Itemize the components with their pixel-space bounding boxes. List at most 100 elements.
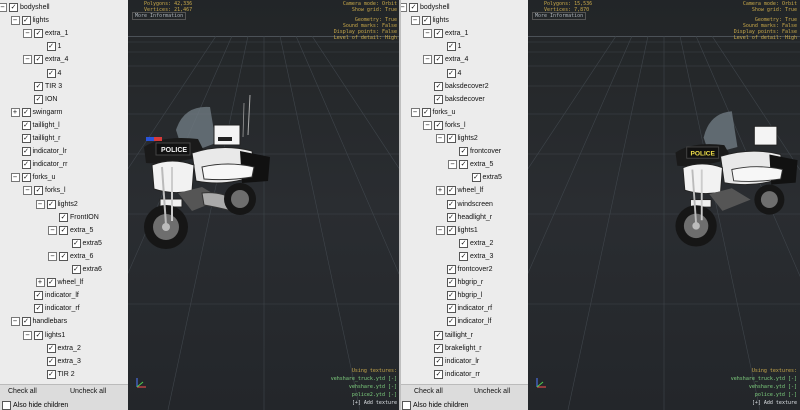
- node-checkbox[interactable]: ✓: [21, 134, 31, 143]
- texture-item[interactable]: vehshare_truck.ytd [-]: [331, 376, 397, 382]
- node-checkbox[interactable]: ✓: [421, 16, 431, 26]
- node-checkbox[interactable]: ✓: [434, 356, 443, 366]
- also-hide-children-option[interactable]: Also hide children: [402, 400, 468, 410]
- collapse-icon[interactable]: −: [10, 317, 20, 327]
- collapse-icon[interactable]: −: [23, 186, 32, 196]
- tree-node[interactable]: ✓ extra5: [471, 171, 502, 184]
- collapse-icon[interactable]: −: [423, 120, 432, 130]
- collapse-icon[interactable]: −: [10, 173, 20, 183]
- node-checkbox[interactable]: ✓: [21, 16, 31, 26]
- tree-node[interactable]: ✓ 4: [46, 67, 61, 80]
- node-checkbox[interactable]: ✓: [446, 225, 456, 235]
- collapse-icon[interactable]: −: [423, 55, 432, 65]
- node-checkbox[interactable]: ✓: [434, 29, 443, 39]
- tree-node[interactable]: − ✓ lights1: [435, 224, 478, 237]
- node-checkbox[interactable]: ✓: [59, 225, 68, 235]
- tree-node[interactable]: ✓ indicator_lr: [21, 145, 67, 158]
- tree-node[interactable]: ✓ headlight_r: [446, 211, 492, 224]
- tree-node[interactable]: ✓ 1: [446, 40, 461, 53]
- tree-node[interactable]: − ✓ extra_4: [423, 53, 468, 66]
- node-checkbox[interactable]: ✓: [34, 55, 43, 65]
- node-checkbox[interactable]: ✓: [21, 173, 31, 183]
- tree-node[interactable]: ✓ TIR 2: [46, 368, 75, 381]
- tree-node[interactable]: ✓ indicator_rr: [434, 368, 480, 381]
- node-checkbox[interactable]: ✓: [21, 120, 31, 130]
- tree-node[interactable]: ✓ baksdecover: [434, 93, 485, 106]
- add-texture-button[interactable]: [+] Add texture: [352, 400, 397, 406]
- tree-node[interactable]: − ✓ bodyshell: [400, 1, 450, 14]
- collapse-icon[interactable]: −: [0, 3, 7, 12]
- tree-node[interactable]: ✓ brakelight_r: [434, 342, 482, 355]
- node-checkbox[interactable]: ✓: [434, 94, 443, 104]
- node-checkbox[interactable]: ✓: [446, 186, 456, 196]
- add-texture-button[interactable]: [+] Add texture: [752, 400, 797, 406]
- tree-node[interactable]: − ✓ extra_1: [423, 27, 468, 40]
- tree-node[interactable]: − ✓ forks_l: [23, 184, 66, 197]
- tree-node[interactable]: − ✓ forks_u: [410, 106, 455, 119]
- node-checkbox[interactable]: ✓: [34, 330, 43, 340]
- texture-item[interactable]: vehshare.ytd [-]: [749, 384, 797, 390]
- collapse-icon[interactable]: −: [400, 3, 407, 12]
- collapse-icon[interactable]: −: [423, 29, 432, 39]
- tree-node[interactable]: + ✓ wheel_lf: [435, 184, 483, 197]
- node-checkbox[interactable]: ✓: [46, 343, 56, 353]
- tree-node[interactable]: ✓ taillight_r: [434, 329, 473, 342]
- node-checkbox[interactable]: ✓: [46, 42, 56, 52]
- node-checkbox[interactable]: ✓: [434, 55, 443, 65]
- left-3d-viewport[interactable]: More Information Polygons: 42,336 Vertic…: [128, 0, 400, 410]
- node-checkbox[interactable]: ✓: [421, 107, 431, 117]
- node-checkbox[interactable]: ✓: [446, 304, 456, 314]
- more-information-button[interactable]: More Information: [532, 12, 587, 20]
- collapse-icon[interactable]: −: [410, 16, 420, 26]
- more-information-button[interactable]: More Information: [132, 12, 187, 20]
- uncheck-all-button[interactable]: Uncheck all: [474, 387, 510, 397]
- tree-node[interactable]: ✓ TIR 3: [34, 80, 62, 93]
- collapse-icon[interactable]: −: [48, 225, 57, 235]
- node-checkbox[interactable]: ✓: [434, 343, 443, 353]
- tree-node[interactable]: ✓ indicator_rf: [34, 302, 80, 315]
- tree-node[interactable]: − ✓ bodyshell: [0, 1, 50, 14]
- check-all-button[interactable]: Check all: [414, 387, 443, 397]
- node-checkbox[interactable]: ✓: [409, 3, 418, 12]
- tree-node[interactable]: ✓ ION: [34, 93, 57, 106]
- tree-node[interactable]: ✓ frontcover: [459, 145, 501, 158]
- node-checkbox[interactable]: ✓: [46, 278, 56, 288]
- node-checkbox[interactable]: ✓: [9, 3, 18, 12]
- node-checkbox[interactable]: ✓: [446, 68, 456, 78]
- tree-node[interactable]: − ✓ extra_5: [448, 158, 493, 171]
- tree-node[interactable]: ✓ hbgrip_r: [446, 276, 483, 289]
- node-checkbox[interactable]: ✓: [459, 238, 468, 248]
- tree-node[interactable]: ✓ indicator_lr: [434, 355, 479, 368]
- node-checkbox[interactable]: ✓: [434, 369, 443, 379]
- collapse-icon[interactable]: −: [48, 251, 57, 261]
- node-checkbox[interactable]: ✓: [446, 317, 456, 327]
- tree-node[interactable]: − ✓ extra_5: [48, 224, 93, 237]
- node-checkbox[interactable]: ✓: [446, 212, 456, 222]
- tree-node[interactable]: ✓ extra_2: [46, 342, 81, 355]
- node-checkbox[interactable]: ✓: [34, 186, 43, 196]
- node-checkbox[interactable]: ✓: [34, 304, 43, 314]
- node-checkbox[interactable]: ✓: [446, 265, 456, 274]
- tree-node[interactable]: − ✓ lights: [10, 14, 49, 27]
- collapse-icon[interactable]: −: [23, 29, 32, 39]
- uncheck-all-button[interactable]: Uncheck all: [70, 387, 106, 397]
- collapse-icon[interactable]: −: [435, 225, 445, 235]
- also-hide-children-checkbox[interactable]: [402, 400, 411, 410]
- collapse-icon[interactable]: −: [23, 330, 32, 340]
- tree-node[interactable]: − ✓ extra_4: [23, 53, 68, 66]
- tree-node[interactable]: − ✓ extra_6: [48, 250, 93, 263]
- node-checkbox[interactable]: ✓: [46, 199, 56, 209]
- node-checkbox[interactable]: ✓: [459, 251, 468, 261]
- texture-item[interactable]: police.ytd [-]: [755, 392, 797, 398]
- also-hide-children-checkbox[interactable]: [2, 400, 11, 410]
- node-checkbox[interactable]: ✓: [21, 107, 31, 117]
- right-3d-viewport[interactable]: More Information Polygons: 15,536 Vertic…: [528, 0, 800, 410]
- tree-node[interactable]: ✓ indicator_rf: [446, 302, 492, 315]
- tree-node[interactable]: − ✓ lights1: [23, 329, 65, 342]
- tree-node[interactable]: ✓ hbgrip_l: [446, 289, 482, 302]
- node-checkbox[interactable]: ✓: [71, 238, 81, 248]
- tree-node[interactable]: ✓ indicator_lf: [34, 289, 79, 302]
- tree-node[interactable]: − ✓ lights2: [35, 198, 78, 211]
- node-checkbox[interactable]: ✓: [459, 160, 468, 170]
- right-model-tree[interactable]: − ✓ bodyshell − ✓ lights − ✓ extra_1 ✓ 1− ✓ extra_4 ✓…: [400, 0, 528, 384]
